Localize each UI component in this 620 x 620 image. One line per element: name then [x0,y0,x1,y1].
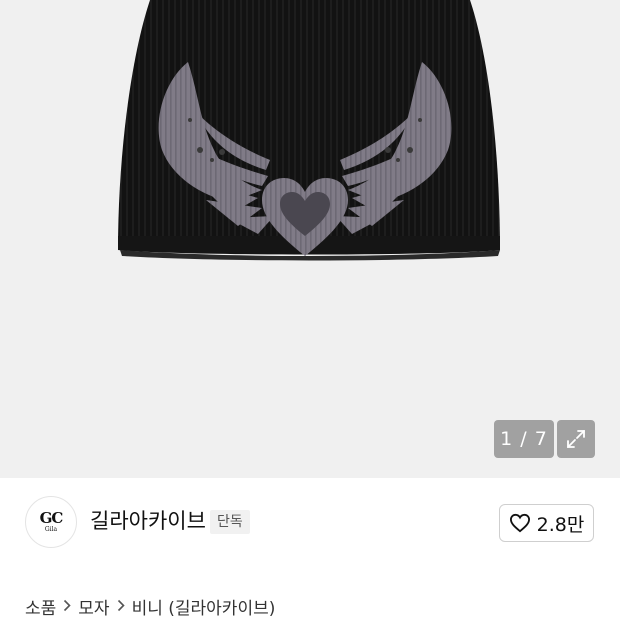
store-logo-sub: Gila [44,526,58,533]
store-name[interactable]: 길라아카이브 [90,508,206,534]
breadcrumb-item-accessories[interactable]: 소품 [25,594,56,619]
breadcrumb-item-hats[interactable]: 모자 [78,594,109,619]
exclusive-badge: 단독 [210,510,250,534]
chevron-right-icon [117,597,125,617]
expand-icon [567,430,585,448]
store-logo[interactable]: GC Gila [25,496,77,548]
product-image-gallery[interactable]: 1 / 7 [0,0,620,478]
product-image [118,0,500,261]
like-count: 2.8만 [536,513,585,536]
breadcrumb-item-beanie[interactable]: 비니 (길라아카이브) [132,594,276,619]
expand-button[interactable] [557,420,595,458]
image-counter: 1 / 7 [494,420,554,458]
store-logo-mark: GC [39,509,64,527]
breadcrumb: 소품 모자 비니 (길라아카이브) [25,594,275,619]
store-info: GC Gila 길라아카이브 단독 2.8만 [0,478,620,566]
chevron-right-icon [63,597,71,617]
heart-outline-icon [509,513,530,533]
like-button[interactable]: 2.8만 [499,504,594,542]
